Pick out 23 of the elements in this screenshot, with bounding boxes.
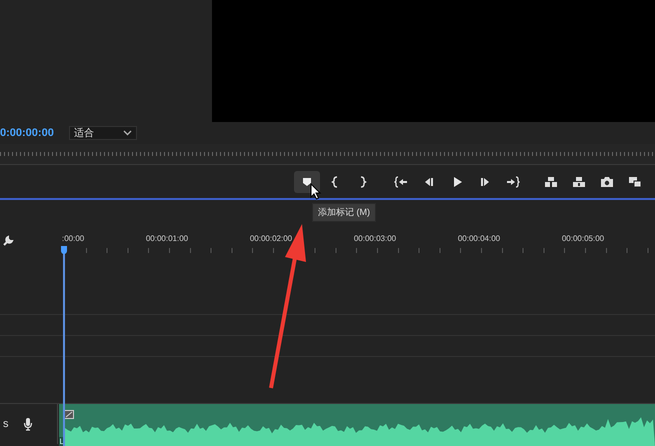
tooltip: 添加标记 (M) [312,203,376,222]
overwrite-icon [572,174,586,188]
timecode[interactable]: 0:00:00:00 [0,127,54,139]
wrench-icon [2,235,14,247]
time-label: 00:00:05:00 [560,234,606,243]
time-label: 00:00:01:00 [144,234,190,243]
pointer-cursor-icon [310,183,322,200]
compare-icon [628,174,642,188]
zoom-dropdown[interactable]: 适合 [68,126,137,140]
chevron-down-icon [122,130,132,136]
go-to-out-icon [506,174,520,188]
microphone-icon [22,417,32,431]
time-label: 00:00:02:00 [248,234,294,243]
audio-clip[interactable]: L [58,404,655,444]
go-to-in-icon [394,174,408,188]
time-label: 00:00:03:00 [352,234,398,243]
insert-icon [544,174,558,188]
time-label: 00:00:04:00 [456,234,502,243]
track-label: s [3,418,8,430]
camera-icon [600,174,614,188]
marker-button[interactable] [294,170,320,192]
effect-icon [64,410,74,419]
time-label: :00:00 [62,234,86,243]
